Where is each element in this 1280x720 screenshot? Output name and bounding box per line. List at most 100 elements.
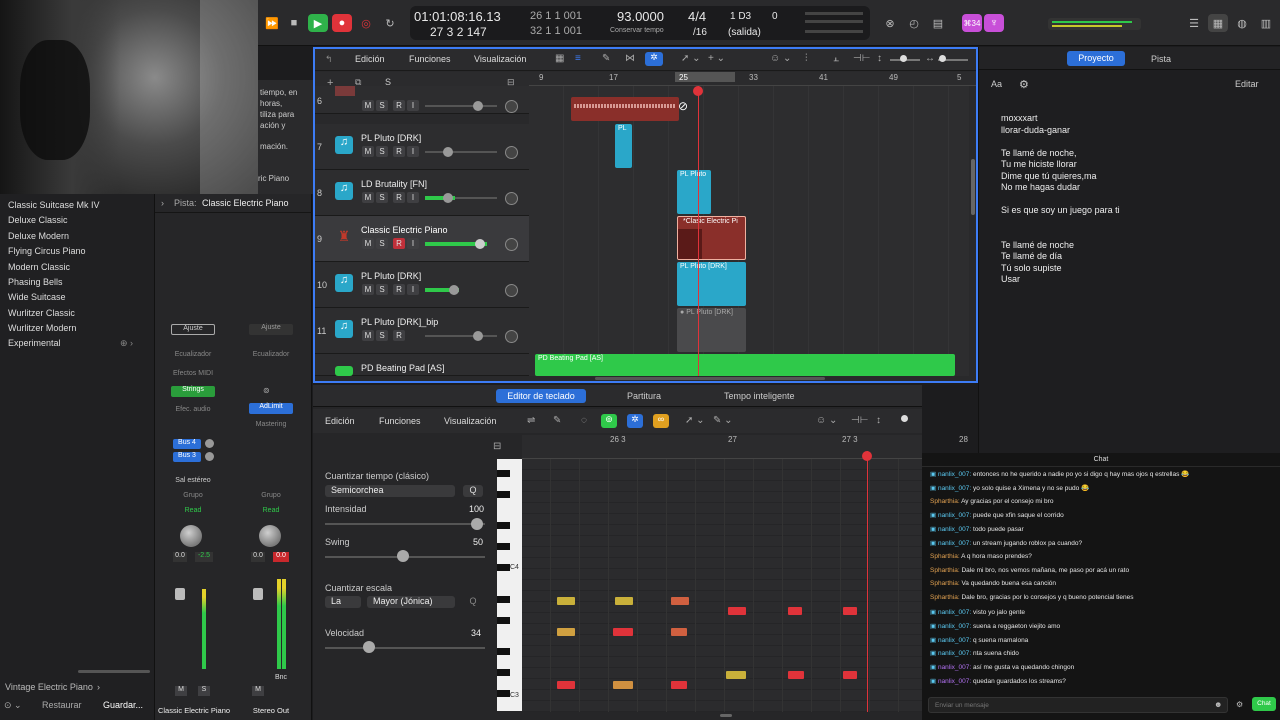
black-key[interactable]	[497, 564, 510, 571]
pan-knob[interactable]	[505, 284, 518, 297]
audition-icon[interactable]: ◌	[581, 415, 587, 426]
smiley-icon[interactable]: ☺ ⌄	[770, 53, 791, 64]
midi-note[interactable]	[557, 597, 575, 605]
midi-note[interactable]	[843, 607, 857, 615]
chat-username[interactable]: nanlix_007:	[938, 623, 971, 630]
midi-in-icon[interactable]: ⇌	[527, 415, 535, 426]
send-bus3[interactable]: Bus 3	[173, 452, 201, 462]
arrangement-grid[interactable]	[529, 86, 969, 376]
black-key[interactable]	[497, 490, 510, 498]
black-key[interactable]	[497, 648, 510, 655]
setting-button[interactable]: Ajuste	[249, 324, 293, 335]
restore-button[interactable]: Restaurar	[42, 700, 82, 710]
library-item[interactable]: Wurlitzer Classic	[8, 308, 75, 318]
record-enable-button[interactable]: R	[393, 330, 405, 341]
up-arrow-icon[interactable]: ↰	[325, 54, 333, 65]
tab-smart-tempo[interactable]: Tempo inteligente	[724, 391, 795, 401]
edit-button[interactable]: Editar	[1235, 79, 1259, 89]
send-knob[interactable]	[205, 452, 214, 461]
solo-button[interactable]: S	[376, 192, 388, 203]
chat-username[interactable]: nanlix_007:	[938, 512, 971, 519]
ruler[interactable]: 9 17 25 33 41 49 5	[529, 72, 976, 86]
track-header-selected[interactable]: 9 ♜ Classic Electric Piano M S R I	[315, 216, 529, 262]
chat-username[interactable]: nanlix_007:	[938, 485, 971, 492]
pan-knob[interactable]	[505, 330, 518, 343]
library-item[interactable]: Wide Suitcase	[8, 292, 66, 302]
link-icon[interactable]: ⊚	[263, 386, 270, 395]
midi-note[interactable]	[671, 681, 687, 689]
send-bus4[interactable]: Bus 4	[173, 439, 201, 449]
smart-tempo-icon[interactable]: ♆	[984, 14, 1004, 32]
mute-button[interactable]: M	[362, 146, 374, 157]
send-knob[interactable]	[205, 439, 214, 448]
catch-icon[interactable]: ✲	[645, 52, 663, 66]
instrument-slot[interactable]: Strings	[171, 386, 215, 397]
record-enable-button[interactable]: R	[393, 192, 405, 203]
chat-username[interactable]: nanlix_007:	[938, 678, 971, 685]
midi-note[interactable]	[613, 628, 633, 636]
menu-view[interactable]: Visualización	[444, 416, 496, 426]
menu-view[interactable]: Visualización	[474, 54, 526, 64]
chat-username[interactable]: nanlix_007:	[938, 637, 971, 644]
scale-root-select[interactable]: La	[325, 596, 361, 608]
record-enable-button[interactable]: R	[393, 100, 405, 111]
horizontal-zoom-icon[interactable]: ↔	[925, 53, 935, 64]
solo-button[interactable]: S	[198, 686, 210, 696]
slider-knob[interactable]	[363, 641, 375, 653]
pan-knob[interactable]	[259, 525, 281, 547]
note-grid[interactable]	[522, 451, 922, 717]
midi-region-muted[interactable]: ● PL Pluto [DRK]	[677, 308, 746, 352]
library-item[interactable]: Modern Classic	[8, 262, 70, 272]
track-header[interactable]: 11 ♫ PL Pluto [DRK]_bip M S R	[315, 308, 529, 354]
library-item[interactable]: Deluxe Modern	[8, 231, 69, 241]
chain-link-icon[interactable]: ∞	[653, 414, 669, 428]
tab-piano-roll[interactable]: Editor de teclado	[496, 389, 586, 403]
midi-note[interactable]	[613, 681, 633, 689]
pencil-icon[interactable]: ✎	[602, 53, 610, 64]
chevron-right-icon[interactable]: ›	[161, 198, 164, 208]
library-item[interactable]: Classic Suitcase Mk IV	[8, 200, 100, 210]
slider-knob[interactable]	[900, 55, 907, 62]
horizontal-scrollbar[interactable]	[595, 377, 825, 380]
velocity-slider[interactable]	[325, 647, 485, 649]
track-name[interactable]: PL Pluto [DRK]	[361, 271, 421, 281]
midi-region-selected[interactable]: *Clasic Electric Pi	[677, 216, 746, 260]
slider-knob[interactable]	[939, 55, 946, 62]
black-key[interactable]	[497, 469, 510, 477]
master-volume-slider[interactable]	[1048, 18, 1141, 30]
volume-slider-knob[interactable]	[475, 239, 485, 249]
black-key[interactable]	[497, 669, 510, 676]
browser-icon[interactable]: ▥	[1256, 14, 1276, 32]
midi-note[interactable]	[557, 681, 575, 689]
midi-note[interactable]	[671, 597, 689, 605]
menu-edit[interactable]: Edición	[355, 54, 385, 64]
midi-fx-slot[interactable]: Efectos MIDI	[171, 370, 215, 377]
intensity-slider[interactable]	[325, 523, 485, 525]
track-name[interactable]: PD Beating Pad [AS]	[361, 363, 445, 373]
volume-fader[interactable]	[175, 588, 185, 600]
pan-knob[interactable]	[505, 146, 518, 159]
record-enable-button[interactable]: R	[393, 146, 405, 157]
scale-mode-select[interactable]: Mayor (Jónica)	[367, 596, 455, 608]
align-icon[interactable]: ⫠	[833, 53, 839, 64]
input-monitor-button[interactable]: I	[407, 146, 419, 157]
pan-knob[interactable]	[505, 100, 518, 113]
input-monitor-button[interactable]: I	[407, 192, 419, 203]
pan-knob[interactable]	[180, 525, 202, 547]
playhead[interactable]	[867, 451, 868, 712]
midi-note[interactable]	[728, 607, 746, 615]
mute-button[interactable]: M	[362, 330, 374, 341]
scale-quantize-button[interactable]: Q	[463, 596, 483, 608]
vertical-zoom-icon[interactable]: ↕	[877, 53, 882, 64]
input-monitor-button[interactable]: I	[407, 100, 419, 111]
emoji-icon[interactable]: ☻	[1214, 700, 1222, 709]
input-monitor-button[interactable]: I	[407, 238, 419, 249]
automation-mode[interactable]: Read	[171, 507, 215, 514]
zoom-fit-icon[interactable]: ⊣⊢	[851, 415, 868, 426]
chat-username[interactable]: nanlix_007:	[938, 540, 971, 547]
black-key[interactable]	[497, 522, 510, 529]
tab-track[interactable]: Pista	[1151, 54, 1171, 64]
midi-region[interactable]: PL Pluto	[677, 170, 711, 214]
playhead-handle[interactable]	[862, 451, 872, 461]
mute-button[interactable]: M	[175, 686, 187, 696]
